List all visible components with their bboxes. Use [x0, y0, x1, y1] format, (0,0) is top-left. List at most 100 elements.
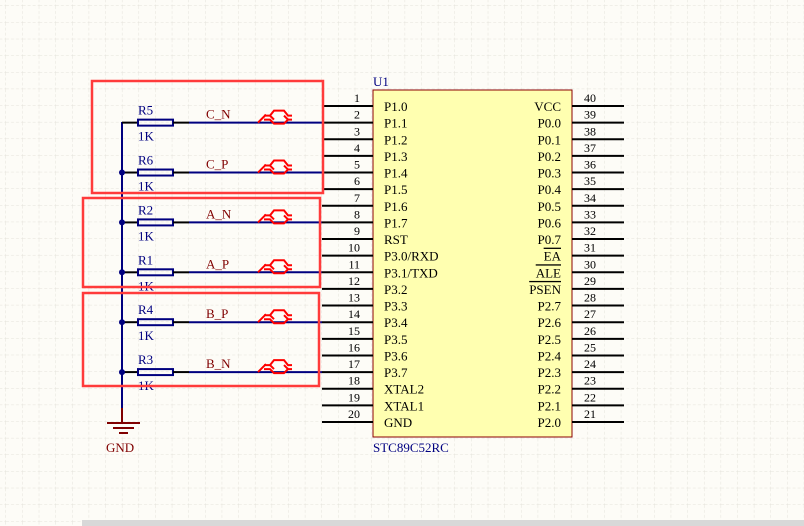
pin-number: 6 — [354, 174, 360, 188]
pin-number: 29 — [584, 274, 596, 288]
pin-number: 7 — [354, 191, 360, 205]
pin-name: P2.5 — [538, 332, 561, 347]
pin-number: 27 — [584, 307, 596, 321]
pin-number: 23 — [584, 374, 596, 388]
resistor-designator: R2 — [138, 202, 153, 217]
resistor-designator: R4 — [138, 302, 154, 317]
pin-name: P1.4 — [384, 166, 408, 181]
pin-number: 15 — [348, 324, 360, 338]
pin-name: XTAL2 — [384, 382, 424, 397]
pin-number: 18 — [348, 374, 360, 388]
pin-name: GND — [384, 415, 412, 430]
chip-part-name: STC89C52RC — [373, 440, 449, 455]
pin-name: P3.7 — [384, 365, 408, 380]
pin-name: PSEN — [529, 282, 561, 297]
pin-number: 35 — [584, 174, 596, 188]
pin-number: 38 — [584, 124, 596, 138]
pin-name: XTAL1 — [384, 398, 424, 413]
pin-name: P2.2 — [538, 382, 561, 397]
resistor-value: 1K — [138, 179, 155, 194]
ground-label: GND — [106, 440, 134, 455]
pin-name: P1.7 — [384, 215, 408, 230]
pin-name: VCC — [534, 99, 561, 114]
pin-name: P1.3 — [384, 149, 407, 164]
pin-number: 12 — [348, 274, 360, 288]
chip-designator: U1 — [373, 74, 389, 89]
pin-name: P3.0/RXD — [384, 249, 439, 264]
pin-number: 2 — [354, 108, 360, 122]
pin-name: P2.0 — [538, 415, 561, 430]
pin-name: P3.3 — [384, 299, 407, 314]
pin-number: 20 — [348, 407, 360, 421]
pin-number: 28 — [584, 291, 596, 305]
pin-number: 30 — [584, 257, 596, 271]
junction-dot — [119, 369, 125, 376]
net-label: A_N — [206, 206, 232, 221]
pin-name: P0.3 — [538, 166, 561, 181]
pin-number: 3 — [354, 124, 360, 138]
net-label: B_N — [206, 356, 231, 371]
pin-number: 31 — [584, 241, 596, 255]
pin-name: P1.0 — [384, 99, 407, 114]
pin-name: P2.4 — [538, 348, 562, 363]
pin-number: 19 — [348, 390, 360, 404]
pin-number: 21 — [584, 407, 596, 421]
pin-number: 16 — [348, 340, 360, 354]
pin-name: ALE — [536, 265, 561, 280]
pin-name: P0.4 — [538, 182, 562, 197]
pin-name: P0.1 — [538, 132, 561, 147]
schematic-canvas[interactable]: U1 STC89C52RC 1 P1.0 2 P1.1 3 P1.2 4 P1.3 5 P1.4 6… — [0, 0, 804, 526]
pin-number: 22 — [584, 390, 596, 404]
pin-name: P0.2 — [538, 149, 561, 164]
pin-name: P3.5 — [384, 332, 407, 347]
pin-number: 14 — [348, 307, 360, 321]
pin-number: 26 — [584, 324, 596, 338]
net-label: A_P — [206, 256, 229, 271]
pin-number: 13 — [348, 291, 360, 305]
resistor-value: 1K — [138, 328, 155, 343]
pin-name: P0.5 — [538, 199, 561, 214]
pin-name: P1.6 — [384, 199, 408, 214]
pin-number: 11 — [348, 257, 360, 271]
pin-name: RST — [384, 232, 408, 247]
pin-name: P2.7 — [538, 299, 562, 314]
net-label: C_N — [206, 107, 231, 122]
pin-name: P3.2 — [384, 282, 407, 297]
pin-number: 32 — [584, 224, 596, 238]
pin-number: 5 — [354, 158, 360, 172]
pin-name: P1.5 — [384, 182, 407, 197]
resistor-value: 1K — [138, 228, 155, 243]
pin-name: P1.1 — [384, 116, 407, 131]
pin-name: P2.6 — [538, 315, 562, 330]
pin-name: P2.3 — [538, 365, 561, 380]
pin-number: 36 — [584, 158, 596, 172]
pin-name: P0.7 — [538, 232, 562, 247]
junction-dot — [119, 219, 125, 226]
pin-number: 39 — [584, 108, 596, 122]
pin-name: P2.1 — [538, 398, 561, 413]
pin-name: P1.2 — [384, 132, 407, 147]
net-label: B_P — [206, 306, 228, 321]
resistor-designator: R5 — [138, 103, 153, 118]
pin-number: 37 — [584, 141, 596, 155]
junction-dot — [119, 169, 125, 176]
pin-number: 8 — [354, 207, 360, 221]
junction-dot — [119, 319, 125, 326]
pin-name: EA — [544, 249, 562, 264]
pin-name: P0.0 — [538, 116, 561, 131]
resistor-designator: R1 — [138, 252, 153, 267]
pin-name: P3.1/TXD — [384, 265, 438, 280]
pin-name: P3.6 — [384, 348, 408, 363]
pin-number: 25 — [584, 340, 596, 354]
pin-number: 4 — [354, 141, 360, 155]
pin-number: 34 — [584, 191, 596, 205]
resistor-value: 1K — [138, 129, 155, 144]
horizontal-scrollbar[interactable] — [82, 520, 804, 526]
pin-number: 17 — [348, 357, 360, 371]
pin-name: P3.4 — [384, 315, 408, 330]
pin-number: 33 — [584, 207, 596, 221]
junction-dot — [119, 269, 125, 276]
pin-name: P0.6 — [538, 215, 562, 230]
pin-number: 10 — [348, 241, 360, 255]
pin-number: 24 — [584, 357, 596, 371]
